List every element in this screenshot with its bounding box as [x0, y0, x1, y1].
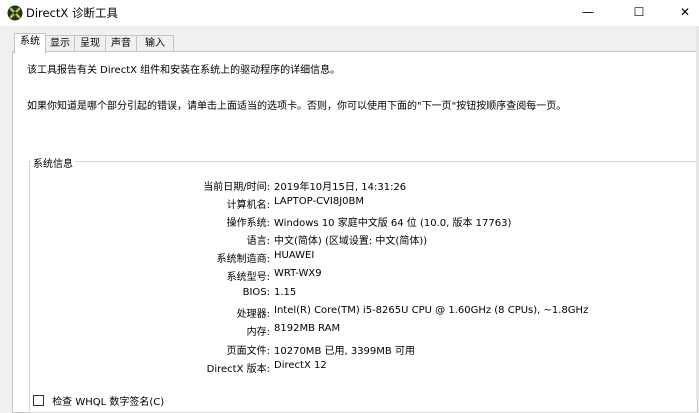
- model-value: WRT-WX9: [274, 268, 322, 279]
- directx-icon: [7, 5, 23, 21]
- tab-render[interactable]: 呈现: [74, 35, 106, 52]
- tab-input[interactable]: 输入: [136, 35, 174, 52]
- datetime-label: 当前日期/时间:: [203, 182, 270, 193]
- computer-name-value: LAPTOP-CVI8J0BM: [274, 196, 365, 207]
- whql-checkbox[interactable]: [33, 395, 44, 406]
- computer-name-label: 计算机名:: [226, 200, 270, 211]
- system-info-legend: 系统信息: [31, 155, 75, 170]
- tab-system[interactable]: 系统: [14, 33, 46, 54]
- whql-checkbox-row[interactable]: 检查 WHQL 数字签名(C): [33, 393, 165, 408]
- datetime-value: 2019年10月15日, 14:31:26: [274, 182, 407, 193]
- page-file-label: 页面文件:: [226, 346, 270, 357]
- directx-version-value: DirectX 12: [274, 360, 327, 371]
- whql-checkbox-label: 检查 WHQL 数字签名(C): [52, 397, 165, 408]
- os-label: 操作系统:: [226, 218, 270, 229]
- model-label: 系统型号:: [226, 272, 270, 283]
- bios-label: BIOS:: [242, 287, 270, 298]
- close-button[interactable]: ✕: [663, 0, 699, 26]
- memory-label: 内存:: [246, 327, 270, 338]
- manufacturer-value: HUAWEI: [274, 250, 315, 261]
- os-value: Windows 10 家庭中文版 64 位 (10.0, 版本 17763): [274, 218, 512, 229]
- bios-value: 1.15: [274, 287, 297, 298]
- language-value: 中文(简体) (区域设置: 中文(简体)): [274, 236, 428, 247]
- maximize-button[interactable]: ☐: [617, 0, 661, 26]
- title-bar: DirectX 诊断工具 — ☐ ✕: [0, 0, 699, 26]
- language-label: 语言:: [246, 236, 270, 247]
- window-title: DirectX 诊断工具: [26, 6, 118, 20]
- manufacturer-label: 系统制造商:: [216, 254, 270, 265]
- memory-value: 8192MB RAM: [274, 323, 341, 334]
- directx-version-label: DirectX 版本:: [206, 364, 270, 375]
- page-file-value: 10270MB 已用, 3399MB 可用: [274, 346, 415, 357]
- tab-display[interactable]: 显示: [45, 35, 75, 52]
- processor-value: Intel(R) Core(TM) i5-8265U CPU @ 1.60GHz…: [274, 305, 589, 316]
- minimize-button[interactable]: —: [566, 0, 610, 26]
- tab-sound[interactable]: 声音: [105, 35, 137, 52]
- intro-text-2: 如果你知道是哪个部分引起的错误，请单击上面适当的选项卡。否则，你可以使用下面的"…: [27, 101, 567, 112]
- intro-text-1: 该工具报告有关 DirectX 组件和安装在系统上的驱动程序的详细信息。: [27, 65, 341, 76]
- processor-label: 处理器:: [236, 309, 270, 320]
